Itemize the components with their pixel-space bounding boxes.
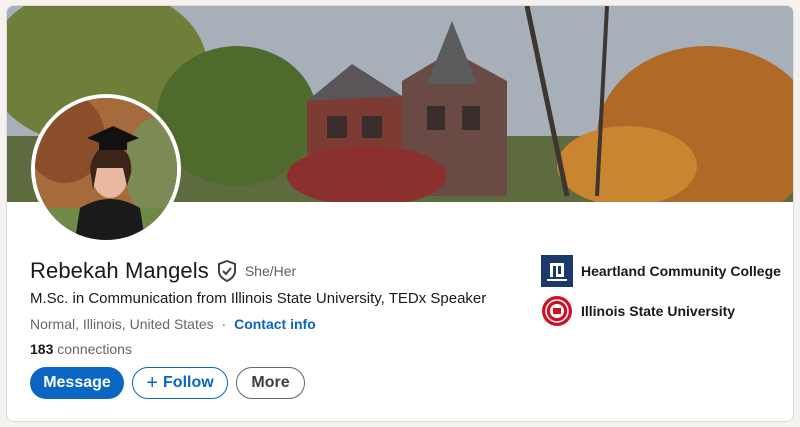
profile-name: Rebekah Mangels (30, 258, 209, 283)
location: Normal, Illinois, United States (30, 316, 214, 332)
follow-button-label: Follow (163, 374, 214, 391)
contact-info-link[interactable]: Contact info (234, 316, 316, 332)
connections-count: 183 (30, 341, 54, 357)
isu-seal-icon (541, 295, 573, 327)
education-item-isu[interactable]: Illinois State University (541, 295, 781, 327)
more-button-label: More (251, 374, 290, 391)
education-name: Illinois State University (581, 302, 736, 319)
education-item-heartland[interactable]: Heartland Community College (541, 255, 781, 287)
profile-headline: M.Sc. in Communication from Illinois Sta… (30, 290, 487, 307)
plus-icon: + (146, 372, 159, 394)
profile-photo[interactable] (31, 94, 181, 244)
message-button[interactable]: Message (30, 367, 124, 399)
connections-link[interactable]: 183 connections (30, 341, 132, 357)
follow-button[interactable]: + Follow (132, 367, 228, 399)
message-button-label: Message (43, 374, 111, 391)
verified-shield-icon[interactable] (217, 259, 237, 283)
profile-card: Rebekah Mangels She/Her M.Sc. in Communi… (6, 5, 794, 422)
education-list: Heartland Community College Illinois Sta… (541, 255, 781, 335)
heartland-logo-icon (541, 255, 573, 287)
pronouns: She/Her (244, 263, 297, 279)
more-button[interactable]: More (236, 367, 305, 399)
location-separator: · (221, 316, 227, 332)
connections-label: connections (57, 341, 132, 357)
education-name: Heartland Community College (581, 262, 781, 279)
